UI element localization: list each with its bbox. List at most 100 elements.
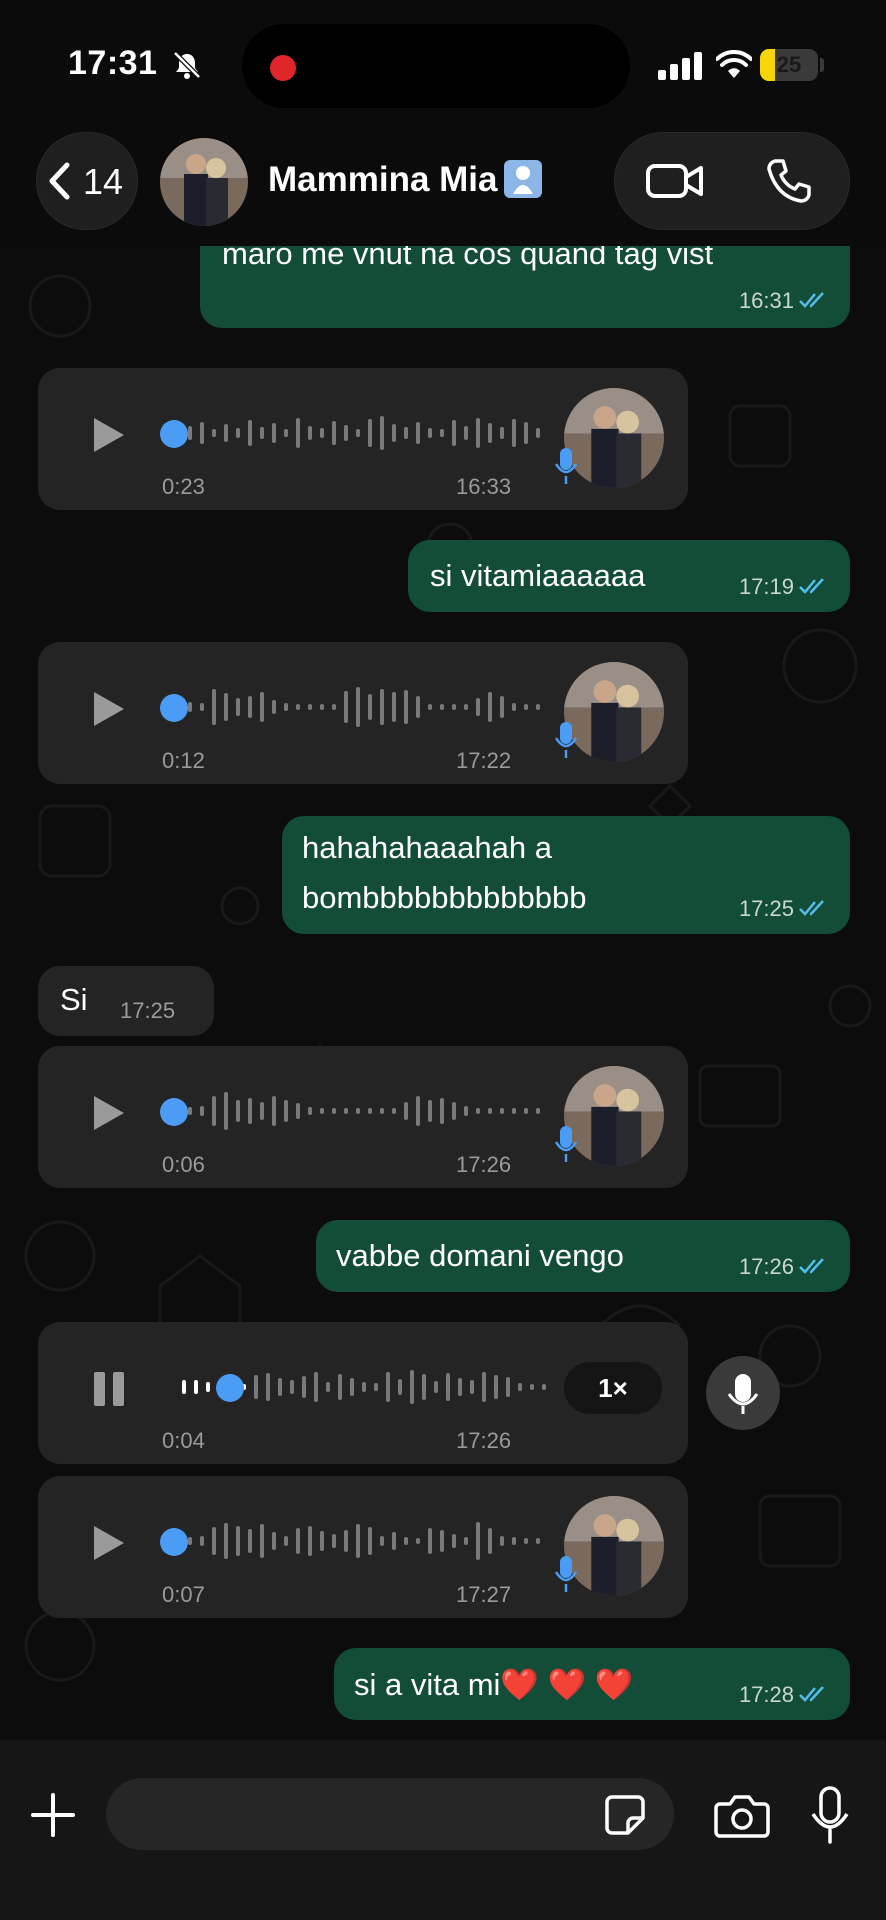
unread-count: 14 (83, 161, 124, 202)
voice-message[interactable]: 0:12 17:22 (38, 642, 688, 784)
message-meta: 17:19 (739, 574, 828, 600)
camera-icon[interactable] (714, 1794, 770, 1838)
playback-scrubber[interactable] (216, 1374, 244, 1402)
message-text: si vitamiaaaaaa (430, 558, 646, 593)
message-text: vabbe domani vengo (336, 1238, 624, 1273)
voice-message[interactable]: 0:06 17:26 (38, 1046, 688, 1188)
waveform-bar (542, 1384, 546, 1390)
message-time: 16:33 (456, 474, 512, 499)
contact-name-text: Mammina Mia (268, 160, 498, 199)
waveform-bar (248, 1529, 252, 1553)
waveform-bar (326, 1382, 330, 1392)
playback-scrubber[interactable] (160, 1528, 188, 1556)
voice-message-playing[interactable]: 0:04 17:26 1× (38, 1322, 688, 1464)
waveform-bar (500, 1108, 504, 1114)
playback-scrubber[interactable] (160, 420, 188, 448)
playback-scrubber[interactable] (160, 1098, 188, 1126)
waveform-bar (302, 1376, 306, 1398)
waveform-bar (200, 703, 204, 711)
play-icon[interactable] (92, 690, 126, 728)
waveform-bar (212, 1527, 216, 1555)
back-button[interactable]: 14 (36, 132, 138, 230)
message-time: 17:26 (456, 1152, 512, 1177)
chat-header: 14 Mammina Mia (0, 130, 886, 246)
waveform-bar (338, 1374, 342, 1400)
contact-avatar[interactable] (160, 138, 248, 226)
waveform-bar (512, 419, 516, 447)
message-bubble-outgoing[interactable]: hahahahaaahah a bombbbbbbbbbbbbb 17:25 (282, 816, 850, 934)
message-text: maro me vnut na cos quand tag vist (222, 246, 714, 271)
waveform-bar (248, 1098, 252, 1124)
waveform-bar (452, 1102, 456, 1120)
waveform-bar (200, 422, 204, 444)
pause-icon[interactable] (92, 1370, 126, 1408)
contact-name[interactable]: Mammina Mia (268, 159, 542, 201)
waveform-bar (236, 1526, 240, 1556)
play-icon[interactable] (92, 416, 126, 454)
waveform-bar (374, 1383, 378, 1391)
waveform[interactable] (174, 408, 554, 458)
waveform-bar (410, 1370, 414, 1404)
call-actions (614, 132, 850, 230)
voice-message[interactable]: 0:07 17:27 (38, 1476, 688, 1618)
message-time: 17:26 (456, 1428, 512, 1453)
waveform-bar (368, 694, 372, 720)
waveform-bar (248, 420, 252, 446)
waveform[interactable] (174, 1086, 554, 1136)
play-icon[interactable] (92, 1094, 126, 1132)
waveform-bar (380, 416, 384, 450)
waveform-bar (344, 1530, 348, 1552)
video-call-icon[interactable] (645, 161, 705, 201)
waveform-bar (416, 1538, 420, 1544)
chat-area[interactable]: maro me vnut na cos quand tag vist 16:31… (0, 246, 886, 1740)
waveform-bar (524, 1538, 528, 1544)
composer-bar (0, 1740, 886, 1920)
waveform-bar (296, 1528, 300, 1554)
message-bubble-outgoing[interactable]: si a vita mi❤️ ❤️ ❤️ 17:28 (334, 1648, 850, 1720)
message-time: 16:31 (738, 288, 794, 313)
waveform[interactable] (174, 1516, 554, 1566)
waveform-bar (284, 703, 288, 711)
read-ticks-icon (799, 578, 824, 595)
sender-avatar (564, 662, 664, 762)
message-meta: 16:31 (739, 288, 828, 314)
waveform-bar (416, 696, 420, 718)
message-bubble-incoming[interactable]: Si 17:25 (38, 966, 214, 1036)
waveform-bar (536, 704, 540, 710)
voice-message[interactable]: 0:23 16:33 (38, 368, 688, 510)
play-icon[interactable] (92, 1524, 126, 1562)
message-bubble-outgoing[interactable]: maro me vnut na cos quand tag vist 16:31 (200, 246, 850, 328)
waveform[interactable] (174, 682, 554, 732)
message-bubble-outgoing[interactable]: si vitamiaaaaaa 17:19 (408, 540, 850, 612)
sender-avatar (564, 388, 664, 488)
avatar-photo (160, 138, 248, 226)
waveform-bar (380, 689, 384, 725)
message-input[interactable] (106, 1778, 674, 1850)
sticker-icon[interactable] (604, 1794, 646, 1836)
waveform-bar (314, 1372, 318, 1402)
mic-icon (554, 1556, 578, 1592)
waveform-bar (272, 700, 276, 714)
waveform-bar (308, 426, 312, 440)
status-time: 17:31 (68, 44, 158, 82)
mic-icon[interactable] (810, 1786, 850, 1844)
battery-tip (820, 58, 824, 72)
waveform-bar (332, 704, 336, 710)
message-time: 17:26 (738, 1254, 794, 1279)
recording-indicator (270, 55, 296, 81)
playback-scrubber[interactable] (160, 694, 188, 722)
waveform-bar (332, 1108, 336, 1114)
waveform-bar (392, 692, 396, 722)
plus-icon[interactable] (30, 1792, 76, 1838)
phone-icon[interactable] (765, 157, 813, 205)
waveform-bar (236, 428, 240, 438)
waveform-bar (512, 703, 516, 711)
message-time: 17:28 (738, 1682, 794, 1707)
waveform-bar (254, 1375, 258, 1399)
waveform-bar (188, 702, 192, 712)
mic-button[interactable] (706, 1356, 780, 1430)
message-bubble-outgoing[interactable]: vabbe domani vengo 17:26 (316, 1220, 850, 1292)
waveform-bar (380, 1108, 384, 1114)
message-meta: 17:28 (739, 1682, 828, 1708)
playback-speed-button[interactable]: 1× (564, 1362, 662, 1414)
